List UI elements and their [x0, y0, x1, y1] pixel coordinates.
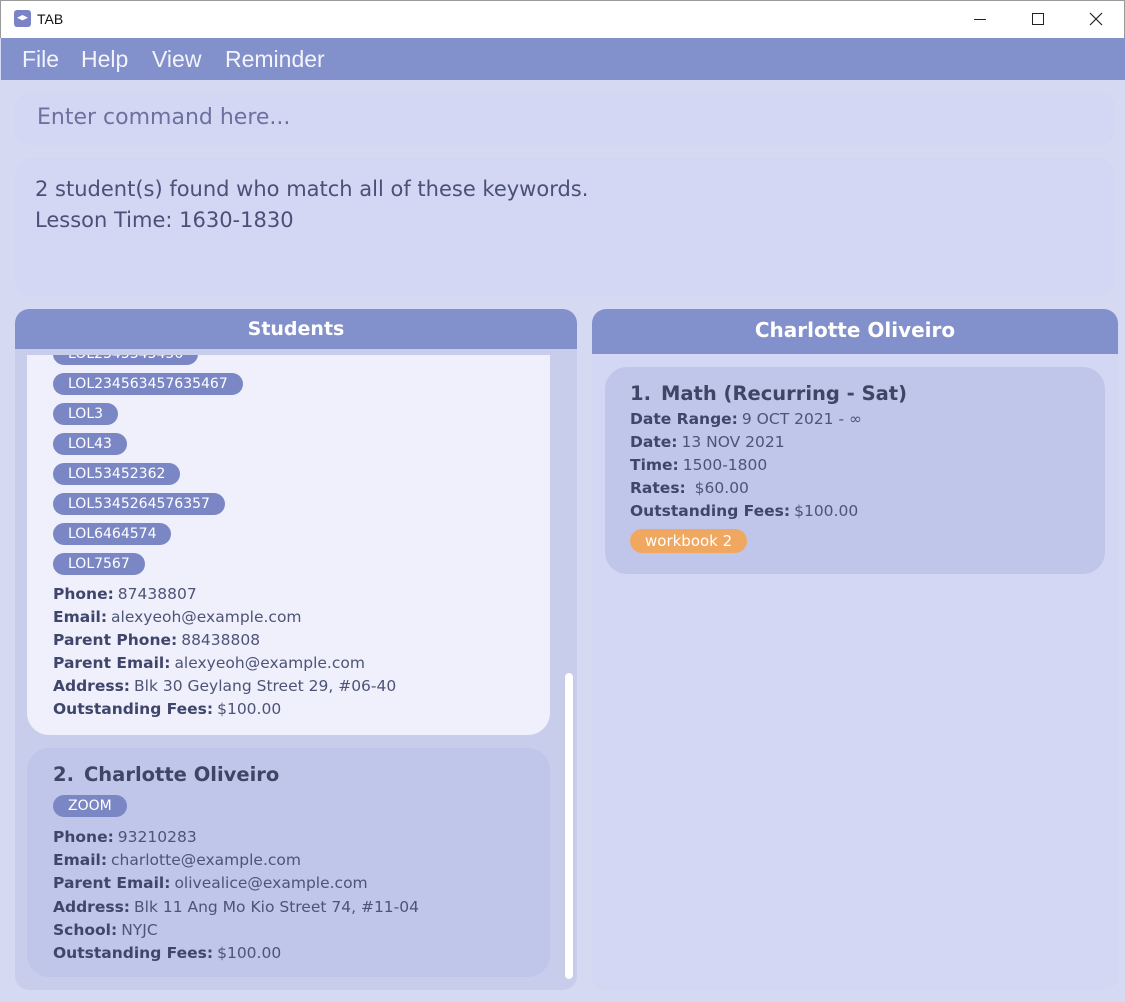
window-titlebar: TAB: [0, 0, 1125, 38]
close-button[interactable]: [1067, 1, 1125, 37]
app-icon: [14, 10, 31, 27]
menu-help[interactable]: Help: [81, 46, 128, 73]
students-panel: Students LOL2345345456 LOL23456345763546…: [15, 309, 577, 990]
student-fees: Outstanding Fees: $100.00: [53, 700, 282, 718]
lesson-date: Date: 13 NOV 2021: [630, 433, 785, 451]
student-tag: LOL7567: [53, 553, 145, 575]
student-fees: Outstanding Fees: $100.00: [53, 944, 282, 962]
menu-bar: File Help View Reminder: [1, 38, 1125, 80]
student-tag: LOL5345264576357: [53, 493, 225, 515]
lesson-time: Time: 1500-1800: [630, 456, 768, 474]
minimize-button[interactable]: [951, 1, 1009, 37]
student-tag: LOL53452362: [53, 463, 181, 485]
student-card[interactable]: LOL2345345456 LOL234563457635467 LOL3 LO…: [27, 355, 550, 735]
student-email: Email: alexyeoh@example.com: [53, 608, 302, 626]
menu-view[interactable]: View: [152, 46, 201, 73]
student-email: Email: charlotte@example.com: [53, 851, 301, 869]
result-display: 2 student(s) found who match all of thes…: [15, 158, 1115, 296]
menu-file[interactable]: File: [22, 46, 59, 73]
students-panel-header: Students: [15, 309, 577, 349]
student-tag: LOL234563457635467: [53, 373, 243, 395]
student-tag: LOL43: [53, 433, 127, 455]
close-icon: [1089, 12, 1103, 26]
result-line: 2 student(s) found who match all of thes…: [35, 177, 589, 201]
menu-reminder[interactable]: Reminder: [225, 46, 325, 73]
students-scrollbar[interactable]: [564, 672, 574, 980]
lesson-card[interactable]: 1. Math (Recurring - Sat) Date Range: 9 OC…: [605, 367, 1105, 574]
student-tag: LOL3: [53, 403, 119, 425]
student-school: School: NYJC: [53, 921, 158, 939]
maximize-icon: [1032, 13, 1044, 25]
student-parent-phone: Parent Phone: 88438808: [53, 631, 261, 649]
student-parent-email: Parent Email: alexyeoh@example.com: [53, 654, 365, 672]
maximize-button[interactable]: [1009, 1, 1067, 37]
student-tag: ZOOM: [53, 795, 127, 817]
student-address: Address: Blk 30 Geylang Street 29, #06-40: [53, 677, 397, 695]
student-tag: LOL6464574: [53, 523, 172, 545]
lessons-panel-header: Charlotte Oliveiro: [592, 309, 1118, 354]
student-tag: LOL2345345456: [53, 355, 199, 365]
student-phone: Phone: 87438807: [53, 585, 197, 603]
result-line: Lesson Time: 1630-1830: [35, 208, 294, 232]
student-phone: Phone: 93210283: [53, 828, 197, 846]
lessons-panel: Charlotte Oliveiro 1. Math (Recurring - S…: [592, 309, 1118, 990]
command-input[interactable]: Enter command here...: [15, 93, 1115, 145]
student-card[interactable]: 2. Charlotte Oliveiro ZOOM Phone: 93210283…: [27, 748, 550, 977]
window-title: TAB: [37, 11, 64, 27]
homework-tag: workbook 2: [630, 529, 748, 553]
student-parent-email: Parent Email: olivealice@example.com: [53, 874, 368, 892]
lesson-fees: Outstanding Fees: $100.00: [630, 502, 859, 520]
lesson-rates: Rates: $60.00: [630, 479, 749, 497]
lesson-date-range: Date Range: 9 OCT 2021 - ∞: [630, 410, 862, 428]
student-address: Address: Blk 11 Ang Mo Kio Street 74, #11…: [53, 898, 419, 916]
student-name: 2. Charlotte Oliveiro: [53, 763, 280, 786]
lesson-title: 1. Math (Recurring - Sat): [630, 382, 908, 405]
minimize-icon: [974, 18, 986, 20]
